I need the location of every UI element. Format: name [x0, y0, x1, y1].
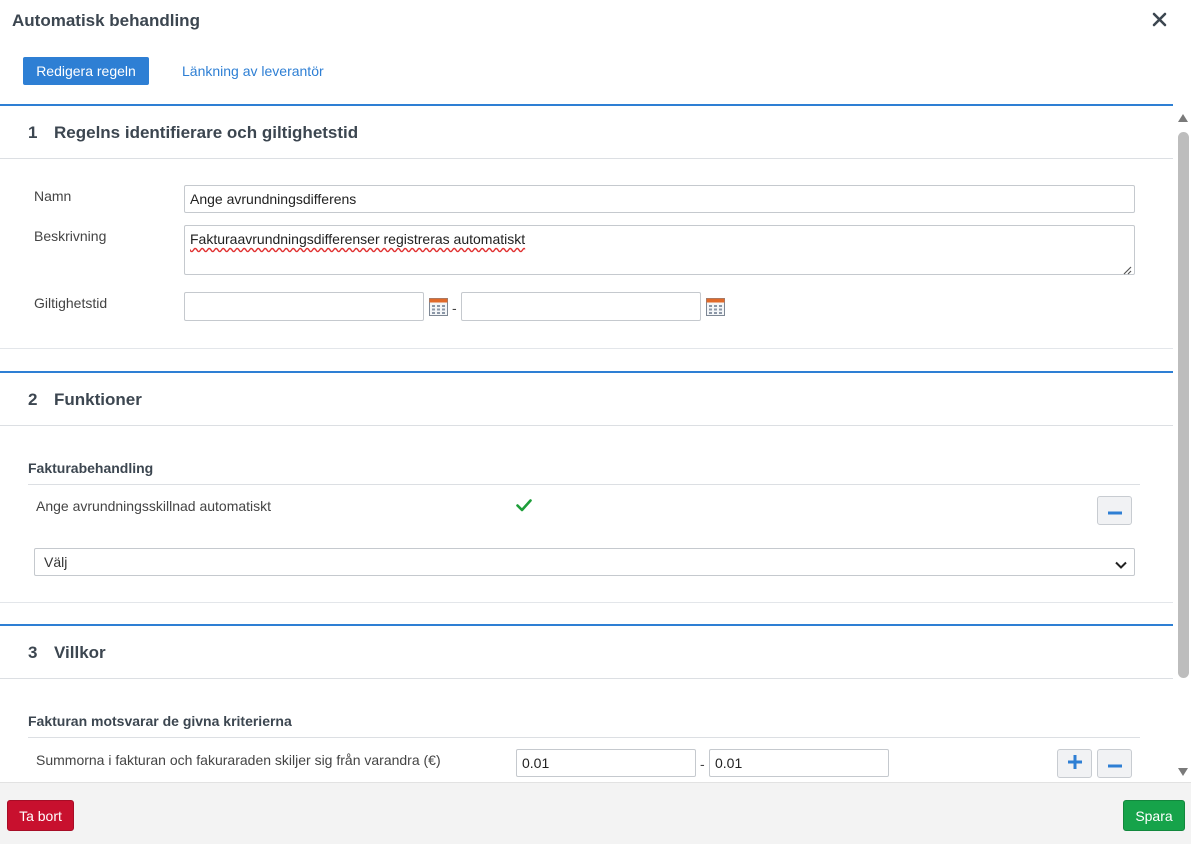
validity-from-input[interactable]	[184, 292, 424, 321]
section-header: 3 Villkor	[0, 626, 1173, 679]
name-label: Namn	[34, 188, 72, 204]
plus-icon	[1067, 755, 1082, 769]
delete-button[interactable]: Ta bort	[7, 800, 74, 831]
select-value: Välj	[44, 554, 68, 570]
dialog-title: Automatisk behandling	[12, 11, 200, 30]
description-text: Fakturaavrundningsdifferenser registrera…	[190, 231, 526, 247]
dialog-header: Automatisk behandling Redigera regeln Lä…	[0, 0, 1191, 104]
condition-from-input[interactable]	[516, 749, 696, 777]
tab-supplier-linking[interactable]: Länkning av leverantör	[182, 63, 324, 79]
condition-label: Summorna i fakturan och fakuraraden skil…	[36, 752, 441, 768]
close-icon[interactable]	[1150, 9, 1170, 31]
vertical-scrollbar[interactable]	[1174, 104, 1191, 782]
section-header: 1 Regelns identifierare och giltighetsti…	[0, 106, 1173, 159]
section-functions: 2 Funktioner	[0, 371, 1173, 426]
calendar-icon[interactable]	[429, 298, 448, 316]
dialog-footer: Ta bort Spara	[0, 782, 1191, 844]
resize-handle-icon[interactable]	[1122, 262, 1132, 275]
section-identifier-validity: 1 Regelns identifierare och giltighetsti…	[0, 104, 1173, 159]
dialog-content: 1 Regelns identifierare och giltighetsti…	[0, 104, 1173, 782]
section-divider	[0, 348, 1173, 349]
chevron-down-icon	[1114, 557, 1128, 569]
section-number: 1	[28, 123, 38, 142]
condition-to-input[interactable]	[709, 749, 889, 777]
function-label: Ange avrundningsskillnad automatiskt	[36, 498, 272, 514]
group-title-criteria: Fakturan motsvarar de givna kriterierna	[28, 713, 292, 729]
remove-function-button[interactable]	[1097, 496, 1132, 525]
section-number: 2	[28, 390, 38, 409]
section-title: Villkor	[54, 643, 106, 662]
description-label: Beskrivning	[34, 228, 107, 244]
section-number: 3	[28, 643, 38, 662]
description-textarea[interactable]: Fakturaavrundningsdifferenser registrera…	[184, 225, 1135, 275]
tab-edit-rule[interactable]: Redigera regeln	[23, 57, 149, 85]
section-title: Funktioner	[54, 390, 142, 409]
section-header: 2 Funktioner	[0, 373, 1173, 426]
range-separator: -	[700, 756, 705, 772]
name-input[interactable]	[184, 185, 1135, 213]
calendar-icon[interactable]	[706, 298, 725, 316]
group-divider	[28, 737, 1140, 738]
section-title: Regelns identifierare och giltighetstid	[54, 123, 359, 142]
scroll-down-arrow-icon[interactable]	[1177, 764, 1189, 776]
section-conditions: 3 Villkor	[0, 624, 1173, 679]
validity-label: Giltighetstid	[34, 295, 108, 311]
checkmark-icon	[516, 498, 532, 512]
scrollbar-thumb[interactable]	[1178, 132, 1189, 678]
scroll-up-arrow-icon[interactable]	[1177, 110, 1189, 122]
minus-icon	[1107, 511, 1122, 515]
remove-condition-button[interactable]	[1097, 749, 1132, 778]
save-button[interactable]: Spara	[1123, 800, 1185, 831]
function-select[interactable]: Välj	[34, 548, 1135, 576]
group-divider	[28, 484, 1140, 485]
section-divider	[0, 602, 1173, 603]
range-separator: -	[452, 300, 457, 316]
group-title-invoice-handling: Fakturabehandling	[28, 460, 154, 476]
add-condition-button[interactable]	[1057, 749, 1092, 778]
minus-icon	[1107, 764, 1122, 768]
validity-to-input[interactable]	[461, 292, 701, 321]
